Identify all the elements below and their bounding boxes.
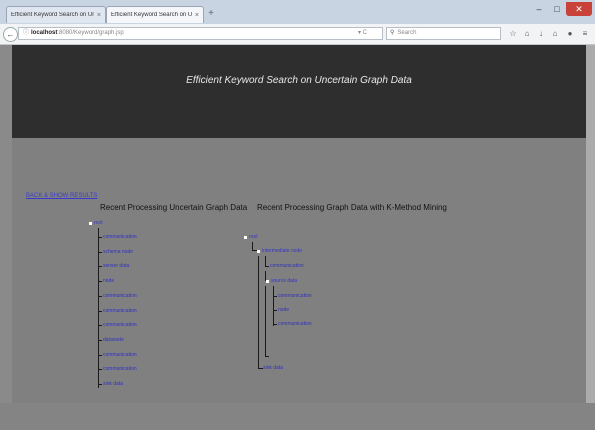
right-level2-label: source data xyxy=(271,278,298,284)
page-viewport: Efficient Keyword Search on Uncertain Gr… xyxy=(0,45,595,430)
tree-branch xyxy=(98,325,102,327)
right-tree-connector xyxy=(252,242,253,250)
url-path: :8080/Keyword/graph.jsp xyxy=(57,30,124,36)
home-icon[interactable]: ⌂ xyxy=(550,29,560,39)
node-toggle-icon[interactable] xyxy=(266,279,269,283)
tree-branch xyxy=(98,354,102,356)
tree-item[interactable]: communication xyxy=(278,293,312,299)
tree-branch xyxy=(98,281,102,283)
search-input[interactable]: ⚲ Search xyxy=(386,27,501,40)
navigation-bar: ← ⓘ localhost:8080/Keyword/graph.jsp ▾ C … xyxy=(0,24,595,45)
right-level1-label: intermediate node xyxy=(262,248,303,254)
tree-item[interactable]: communication xyxy=(103,234,137,240)
right-section-heading: Recent Processing Graph Data with K-Meth… xyxy=(257,203,447,212)
tree-item[interactable]: datanode xyxy=(103,337,124,343)
tree-item[interactable]: node xyxy=(278,307,289,313)
browser-window: Efficient Keyword Search on Un × Efficie… xyxy=(0,0,595,430)
node-toggle-icon[interactable] xyxy=(244,235,247,239)
tree-branch xyxy=(273,324,277,325)
tab-close-icon[interactable]: × xyxy=(195,12,199,19)
left-section-heading: Recent Processing Uncertain Graph Data xyxy=(100,203,248,212)
tree-item[interactable]: communication xyxy=(270,263,304,269)
tab-1-title: Efficient Keyword Search on Un xyxy=(11,12,94,18)
right-level1-node[interactable]: intermediate node xyxy=(257,248,302,254)
tree-item[interactable]: sink data xyxy=(263,365,283,371)
tab-1[interactable]: Efficient Keyword Search on Un × xyxy=(6,6,106,23)
tree-branch xyxy=(98,266,102,268)
tree-branch xyxy=(98,295,102,297)
tab-2[interactable]: Efficient Keyword Search on Un × xyxy=(106,6,204,23)
tab-2-title: Efficient Keyword Search on Un xyxy=(111,12,192,18)
tree-item[interactable]: communication xyxy=(103,352,137,358)
tree-item[interactable]: sink data xyxy=(103,381,123,387)
tree-item[interactable]: communication xyxy=(103,366,137,372)
right-tree-trunk xyxy=(265,286,266,356)
tree-branch xyxy=(273,296,277,297)
tree-branch xyxy=(98,251,102,253)
tree-item[interactable]: sensor data xyxy=(103,263,129,269)
right-tree-root[interactable]: root xyxy=(244,234,258,240)
right-tree-connector xyxy=(265,356,269,357)
tree-branch xyxy=(273,310,277,311)
tree-item[interactable]: communication xyxy=(103,322,137,328)
new-tab-button[interactable]: + xyxy=(205,8,217,20)
shield-icon[interactable]: ● xyxy=(565,29,575,39)
tree-branch xyxy=(98,237,102,238)
left-tree-root[interactable]: root xyxy=(89,220,103,226)
address-bar[interactable]: ⓘ localhost:8080/Keyword/graph.jsp xyxy=(18,27,383,40)
search-placeholder: Search xyxy=(397,30,417,36)
right-root-label: root xyxy=(249,234,258,240)
close-window-button[interactable]: ✕ xyxy=(566,2,592,16)
back-results-link[interactable]: BACK & SHOW RESULTS xyxy=(26,193,97,199)
maximize-button[interactable]: □ xyxy=(548,2,566,16)
tree-item[interactable]: node xyxy=(103,278,114,284)
scrollbar[interactable] xyxy=(586,45,595,403)
url-host: localhost xyxy=(31,30,58,36)
left-root-label: root xyxy=(94,220,103,226)
right-tree-connector xyxy=(265,266,269,267)
page-title: Efficient Keyword Search on Uncertain Gr… xyxy=(186,75,412,86)
tab-strip: Efficient Keyword Search on Un × Efficie… xyxy=(0,0,595,24)
right-level2-node[interactable]: source data xyxy=(266,278,297,284)
menu-icon[interactable]: ≡ xyxy=(580,29,590,39)
site-info-icon[interactable]: ⓘ xyxy=(23,30,29,36)
bookmarks-icon[interactable]: ⌂ xyxy=(522,29,532,39)
tree-item[interactable]: schema node xyxy=(103,249,133,255)
node-toggle-icon[interactable] xyxy=(257,249,260,253)
download-icon[interactable]: ↓ xyxy=(536,29,546,39)
right-tree-trunk xyxy=(273,286,274,326)
tree-item[interactable]: communication xyxy=(103,308,137,314)
right-tree-connector xyxy=(265,256,266,266)
tab-close-icon[interactable]: × xyxy=(97,12,101,19)
page-margin-left xyxy=(0,45,12,403)
node-toggle-icon[interactable] xyxy=(89,221,92,225)
reload-button[interactable]: ▾ C xyxy=(358,27,367,40)
tree-item[interactable]: communication xyxy=(103,293,137,299)
star-icon[interactable]: ☆ xyxy=(508,29,518,39)
tree-branch xyxy=(98,384,102,385)
page-footer xyxy=(0,403,595,430)
page-header: Efficient Keyword Search on Uncertain Gr… xyxy=(12,45,586,138)
back-button[interactable]: ← xyxy=(3,27,18,42)
right-tree-trunk xyxy=(258,256,259,368)
tree-branch xyxy=(98,310,102,312)
search-icon: ⚲ xyxy=(390,30,395,36)
minimize-button[interactable]: – xyxy=(530,2,548,16)
tree-item[interactable]: communication xyxy=(278,321,312,327)
tree-branch xyxy=(98,339,102,341)
tree-branch xyxy=(98,369,102,371)
